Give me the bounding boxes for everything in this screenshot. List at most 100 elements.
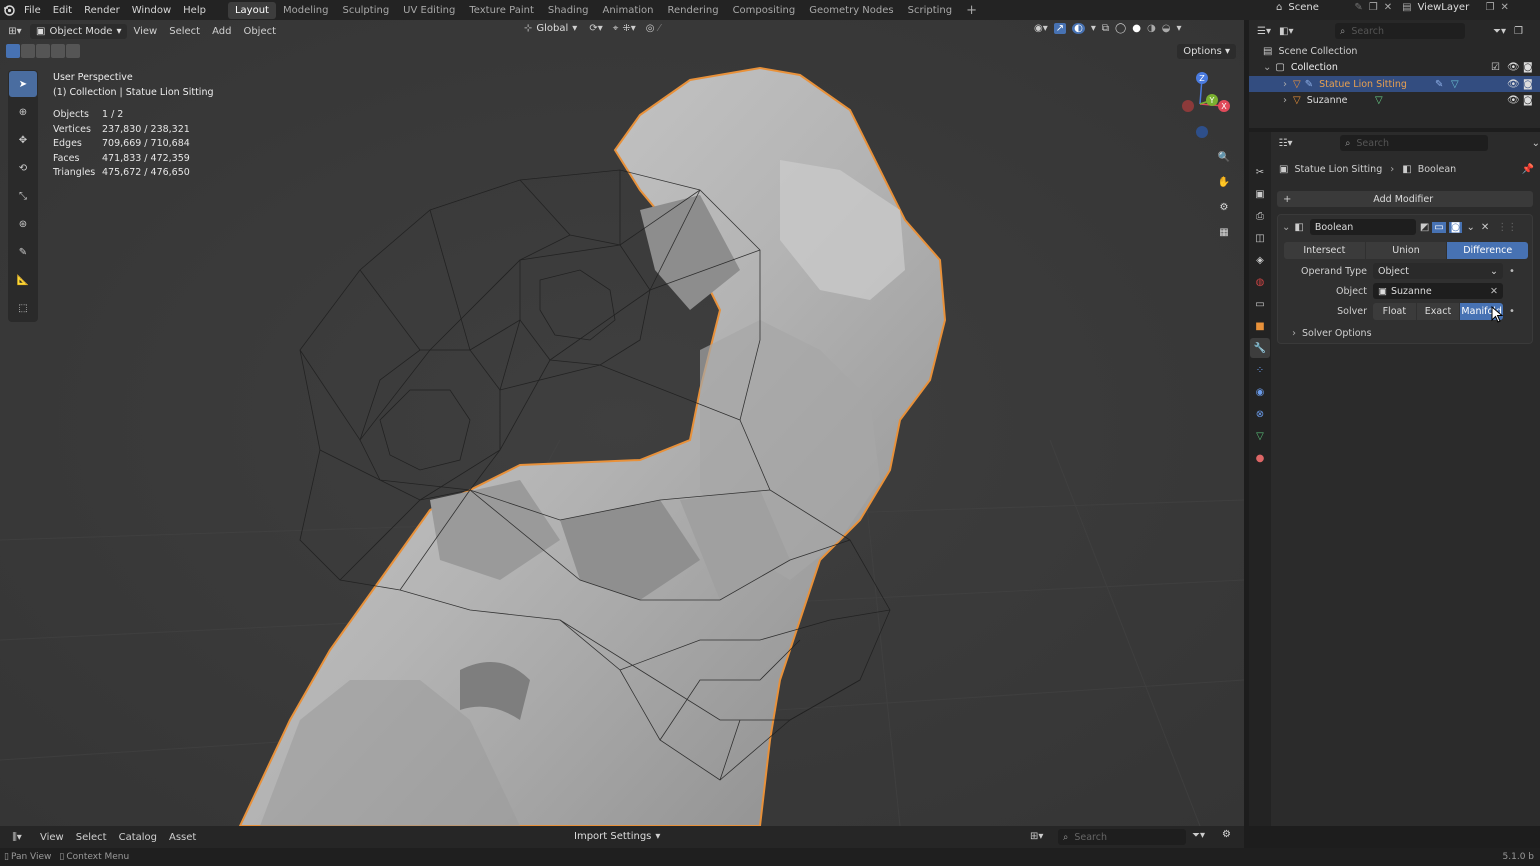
view-layer-icon[interactable]: ▤ <box>1402 2 1411 13</box>
eye-icon[interactable]: 👁 <box>1507 95 1520 106</box>
viewport-menu-add[interactable]: Add <box>206 24 237 39</box>
new-scene-icon[interactable]: ❐ <box>1369 2 1378 13</box>
editor-type-icon[interactable]: ⫼▾ <box>0 832 34 843</box>
tab-rendering[interactable]: Rendering <box>660 2 725 19</box>
3d-viewport[interactable]: ⊞▾ ▣ Object Mode ▾ View Select Add Objec… <box>0 20 1244 826</box>
view-layer-name[interactable]: ViewLayer <box>1418 2 1480 13</box>
keyframe-dot-icon[interactable]: • <box>1509 306 1515 317</box>
filter-icon[interactable]: ⏷▾ <box>1192 830 1205 841</box>
modifier-name-field[interactable]: Boolean <box>1309 219 1416 235</box>
operand-type-dropdown[interactable]: Object ⌄ <box>1373 263 1503 279</box>
add-modifier-button[interactable]: + Add Modifier <box>1277 191 1533 207</box>
select-new-icon[interactable] <box>6 44 20 58</box>
tab-sculpting[interactable]: Sculpting <box>335 2 396 19</box>
tab-material[interactable]: ● <box>1250 448 1270 468</box>
menu-render[interactable]: Render <box>78 5 126 16</box>
tab-object[interactable]: ■ <box>1250 316 1270 336</box>
pin-icon[interactable]: ✎ <box>1354 2 1362 13</box>
overlay-icon[interactable]: ◐ <box>1072 23 1085 34</box>
snap-target-icon[interactable]: ⁜▾ <box>622 23 635 34</box>
tab-modifiers[interactable]: 🔧 <box>1250 338 1270 358</box>
outliner-scene-collection[interactable]: ▤ Scene Collection <box>1263 43 1357 59</box>
tab-constraints[interactable]: ⊗ <box>1250 404 1270 424</box>
wireframe-shading-icon[interactable]: ◯ <box>1115 23 1126 34</box>
measure-tool[interactable]: 📐 <box>9 267 37 293</box>
tab-data[interactable]: ▽ <box>1250 426 1270 446</box>
tab-physics[interactable]: ◉ <box>1250 382 1270 402</box>
properties-search-input[interactable]: ⌕ Search <box>1340 135 1488 151</box>
add-cube-tool[interactable]: ⬚ <box>9 295 37 321</box>
shading-options-icon[interactable]: ▾ <box>1176 23 1181 34</box>
tab-world[interactable]: ◍ <box>1250 272 1270 292</box>
rendered-shading-icon[interactable]: ◒ <box>1162 23 1171 34</box>
asset-menu-asset[interactable]: Asset <box>163 830 202 845</box>
visibility-icon[interactable]: ◉▾ <box>1034 23 1048 34</box>
transform-tool[interactable]: ⊛ <box>9 211 37 237</box>
select-invert-icon[interactable] <box>51 44 65 58</box>
scene-icon[interactable]: ⌂ <box>1276 2 1282 13</box>
outliner-search-input[interactable]: ⌕ Search <box>1335 23 1465 39</box>
chevron-down-icon[interactable]: ⌄ <box>1282 222 1290 233</box>
menu-file[interactable]: File <box>18 5 47 16</box>
mode-dropdown[interactable]: ▣ Object Mode ▾ <box>30 23 128 39</box>
viewport-menu-view[interactable]: View <box>127 24 163 39</box>
tab-uv-editing[interactable]: UV Editing <box>396 2 462 19</box>
rotate-tool[interactable]: ⟲ <box>9 155 37 181</box>
operation-intersect[interactable]: Intersect <box>1284 242 1365 259</box>
drag-handle-icon[interactable]: ⋮⋮ <box>1497 222 1517 233</box>
ortho-button[interactable]: ▦ <box>1213 221 1235 243</box>
editor-type-icon[interactable]: ☰▾ <box>1249 26 1279 37</box>
tab-scripting[interactable]: Scripting <box>901 2 959 19</box>
import-settings-dropdown[interactable]: Import Settings ▾ <box>574 831 660 842</box>
solver-float[interactable]: Float <box>1373 302 1416 320</box>
checkbox-icon[interactable]: ☑ <box>1491 62 1500 73</box>
eye-icon[interactable]: 👁 <box>1507 62 1520 73</box>
operation-difference[interactable]: Difference <box>1447 242 1528 259</box>
tab-layout[interactable]: Layout <box>227 1 276 19</box>
pan-button[interactable]: ✋ <box>1213 171 1235 193</box>
menu-window[interactable]: Window <box>126 5 177 16</box>
camera-render-icon[interactable]: ◙ <box>1523 79 1533 90</box>
navigation-gizmo[interactable]: Z X Y <box>1170 70 1234 140</box>
blender-logo-icon[interactable] <box>0 4 18 16</box>
proportional-edit-icon[interactable]: ◎ <box>646 23 655 34</box>
outliner-item-suzanne[interactable]: › ▽ Suzanne ▽ 👁 ◙ <box>1249 92 1540 108</box>
asset-menu-catalog[interactable]: Catalog <box>113 830 163 845</box>
solver-exact[interactable]: Exact <box>1416 302 1460 320</box>
outliner-item-statue-lion[interactable]: › ▽ ✎ Statue Lion Sitting ✎ ▽ 👁 ◙ <box>1249 76 1540 92</box>
chevron-down-icon[interactable]: ⌄ <box>1466 222 1474 233</box>
new-view-layer-icon[interactable]: ❐ <box>1486 2 1495 13</box>
asset-menu-select[interactable]: Select <box>70 830 113 845</box>
tab-texture-paint[interactable]: Texture Paint <box>462 2 541 19</box>
asset-search-input[interactable]: ⌕ Search <box>1058 829 1186 845</box>
viewport-toggle-icon[interactable]: ▭ <box>1432 221 1446 233</box>
eye-icon[interactable]: 👁 <box>1507 79 1520 90</box>
move-tool[interactable]: ✥ <box>9 127 37 153</box>
tab-tool[interactable]: ✂ <box>1250 162 1270 182</box>
settings-gear-icon[interactable]: ⚙ <box>1222 829 1231 840</box>
pivot-icon[interactable]: ⟳▾ <box>589 23 602 34</box>
material-shading-icon[interactable]: ◑ <box>1147 23 1156 34</box>
gizmo-icon[interactable]: ↗ <box>1053 23 1067 34</box>
tab-compositing[interactable]: Compositing <box>726 2 803 19</box>
asset-menu-view[interactable]: View <box>34 830 70 845</box>
clear-icon[interactable]: ✕ <box>1490 286 1498 297</box>
pin-icon[interactable]: 📌 <box>1522 164 1534 175</box>
cursor-tool[interactable]: ⊕ <box>9 99 37 125</box>
remove-view-layer-icon[interactable]: ✕ <box>1501 2 1509 13</box>
render-toggle-icon[interactable]: ◙ <box>1448 221 1463 233</box>
menu-edit[interactable]: Edit <box>47 5 78 16</box>
select-intersect-icon[interactable] <box>66 44 80 58</box>
viewport-menu-select[interactable]: Select <box>163 24 206 39</box>
select-box-tool[interactable]: ➤ <box>9 71 37 97</box>
camera-render-icon[interactable]: ◙ <box>1523 95 1533 106</box>
snap-icon[interactable]: ⌖ <box>613 23 619 34</box>
transform-orientation-dropdown[interactable]: Global <box>536 23 568 34</box>
scale-tool[interactable]: ⤡ <box>9 183 37 209</box>
tab-scene[interactable]: ◈ <box>1250 250 1270 270</box>
select-subtract-icon[interactable] <box>36 44 50 58</box>
chevron-down-icon[interactable]: ▾ <box>1091 23 1096 34</box>
zoom-button[interactable]: 🔍 <box>1213 146 1235 168</box>
tab-collection[interactable]: ▭ <box>1250 294 1270 314</box>
new-collection-icon[interactable]: ❐ <box>1514 26 1523 37</box>
